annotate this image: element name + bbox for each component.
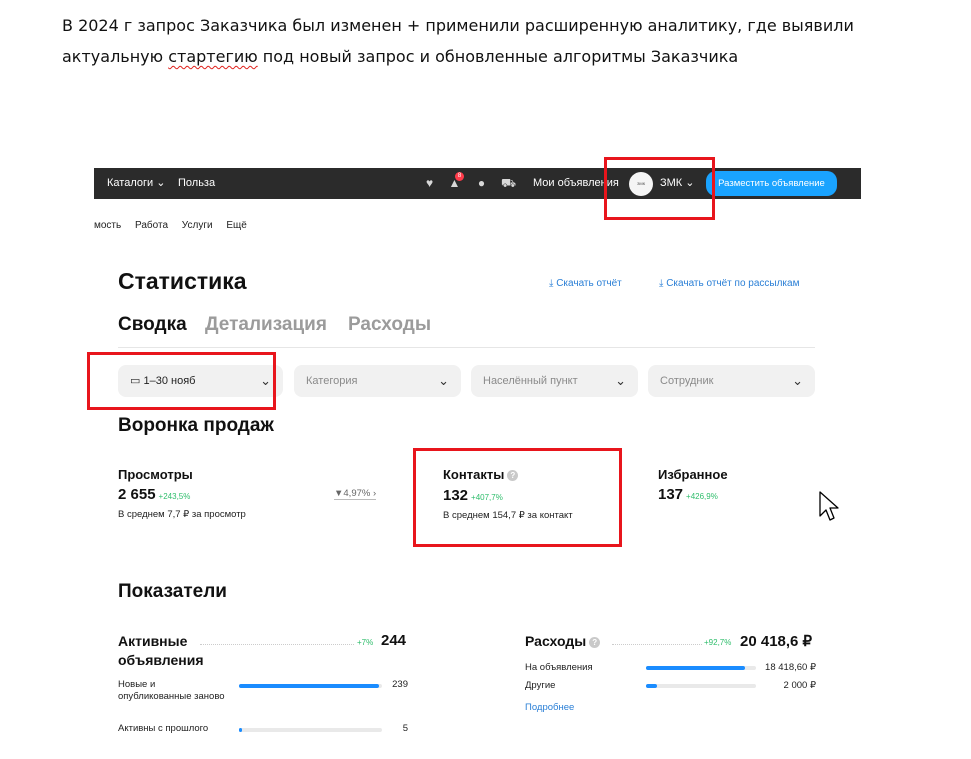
views-value: 2 655 +243,5% xyxy=(118,486,190,503)
views-average: В среднем 7,7 ₽ за просмотр xyxy=(118,509,246,520)
favorites-value: 137 +426,9% xyxy=(658,486,718,503)
category-filter[interactable]: Категория ⌄ xyxy=(294,365,461,397)
download-report-link[interactable]: ⤓ Скачать отчёт xyxy=(549,278,622,289)
expenses-total: 20 418,6 ₽ xyxy=(740,633,813,650)
bar-fill xyxy=(239,684,380,688)
expenses-row-ads-bar xyxy=(646,666,756,670)
dotted-leader xyxy=(612,644,702,645)
favorites-label: Избранное xyxy=(658,467,728,482)
question-icon[interactable]: ? xyxy=(589,637,601,648)
document-line-2-end: под новый запрос и обновленные алгоритмы… xyxy=(257,47,739,66)
document-line-2-start: актуальную xyxy=(62,47,169,66)
download-mailing-report-link[interactable]: ⤓ Скачать отчёт по рассылкам xyxy=(659,278,799,289)
expenses-title-text: Расходы xyxy=(525,633,587,649)
category-filter-placeholder: Категория xyxy=(306,375,358,387)
views-delta: +243,5% xyxy=(158,492,191,501)
chevron-down-icon: ⌄ xyxy=(615,373,626,388)
expenses-row-other-bar xyxy=(646,684,756,688)
document-line-1: В 2024 г запрос Заказчика был изменен + … xyxy=(62,16,854,35)
tab-details[interactable]: Детализация xyxy=(205,314,327,336)
subnav-item-jobs[interactable]: Работа xyxy=(135,220,168,231)
employee-filter[interactable]: Сотрудник ⌄ xyxy=(648,365,815,397)
mouse-cursor-icon xyxy=(819,491,839,521)
notification-badge: 8 xyxy=(455,172,464,181)
download-icon: ⤓ xyxy=(659,278,664,289)
top-navigation-bar: Каталоги ⌄ Польза ♥ ▲ 8 ● ⛟ Мои объявлен… xyxy=(94,168,861,199)
active-ads-row-new-label: Новые и опубликованные заново xyxy=(118,679,225,702)
more-details-link[interactable]: Подробнее xyxy=(525,702,574,713)
bar-fill xyxy=(239,728,242,732)
tabs-divider xyxy=(118,347,815,348)
views-number: 2 655 xyxy=(118,486,156,503)
post-ad-button[interactable]: Разместить объявление xyxy=(706,171,837,196)
active-ads-total: 244 xyxy=(381,632,407,649)
favorites-number: 137 xyxy=(658,486,684,503)
employee-filter-placeholder: Сотрудник xyxy=(660,375,714,387)
dotted-leader xyxy=(200,644,354,645)
active-ads-row-new-bar xyxy=(239,684,382,688)
indicators-title: Показатели xyxy=(118,581,227,602)
page-title: Статистика xyxy=(118,268,247,294)
cart-icon[interactable]: ⛟ xyxy=(501,177,516,190)
expenses-row-ads-label: На объявления xyxy=(525,662,593,673)
download-report-label: Скачать отчёт xyxy=(556,278,622,289)
messages-icon[interactable]: ● xyxy=(475,177,488,190)
download-icon: ⤓ xyxy=(549,278,554,289)
tab-expenses[interactable]: Расходы xyxy=(348,314,431,336)
locality-filter-placeholder: Населённый пункт xyxy=(483,375,578,387)
sales-funnel-title: Воронка продаж xyxy=(118,415,274,436)
highlight-box-date-filter xyxy=(87,352,276,410)
highlight-box-contacts xyxy=(413,448,622,547)
locality-filter[interactable]: Населённый пункт ⌄ xyxy=(471,365,638,397)
subnav-item-more[interactable]: Ещё xyxy=(226,220,246,231)
catalogs-chevron-icon: ⌄ xyxy=(156,177,166,189)
active-ads-row-prev-bar xyxy=(239,728,382,732)
subnav-item-realty[interactable]: мость xyxy=(94,220,121,231)
document-paragraph: В 2024 г запрос Заказчика был изменен + … xyxy=(62,10,942,72)
favorites-delta: +426,9% xyxy=(686,492,718,501)
active-ads-row-new-value: 239 xyxy=(392,679,408,690)
conversion-link[interactable]: ▼4,97% › xyxy=(334,488,377,500)
tab-summary[interactable]: Сводка xyxy=(118,314,187,336)
expenses-title: Расходы? xyxy=(525,632,601,651)
expenses-row-other-value: 2 000 ₽ xyxy=(783,680,816,691)
misspelled-word: стартегию xyxy=(168,47,258,66)
subnav-item-services[interactable]: Услуги xyxy=(182,220,213,231)
active-ads-row-prev-label: Активны с прошлого xyxy=(118,723,209,734)
download-mailing-report-label: Скачать отчёт по рассылкам xyxy=(666,278,800,289)
expenses-delta: +92,7% xyxy=(704,638,732,647)
chevron-down-icon: ⌄ xyxy=(792,373,803,388)
catalogs-menu[interactable]: Каталоги ⌄ xyxy=(107,168,165,199)
polza-link[interactable]: Польза xyxy=(178,168,215,199)
bar-fill xyxy=(646,666,745,670)
heart-icon[interactable]: ♥ xyxy=(423,177,436,190)
category-subnav: мость Работа Услуги Ещё xyxy=(94,220,258,231)
expenses-row-other-label: Другие xyxy=(525,680,556,691)
highlight-box-account xyxy=(604,157,715,220)
chevron-down-icon: ⌄ xyxy=(438,373,449,388)
expenses-row-ads-value: 18 418,60 ₽ xyxy=(765,662,816,673)
bar-fill xyxy=(646,684,657,688)
document-line-2: актуальную стартегию под новый запрос и … xyxy=(62,41,942,72)
active-ads-delta: +7% xyxy=(357,638,374,647)
catalogs-label: Каталоги xyxy=(107,177,154,189)
active-ads-title: Активные объявления xyxy=(118,633,204,668)
active-ads-row-prev-value: 5 xyxy=(402,723,408,734)
views-label: Просмотры xyxy=(118,467,193,482)
